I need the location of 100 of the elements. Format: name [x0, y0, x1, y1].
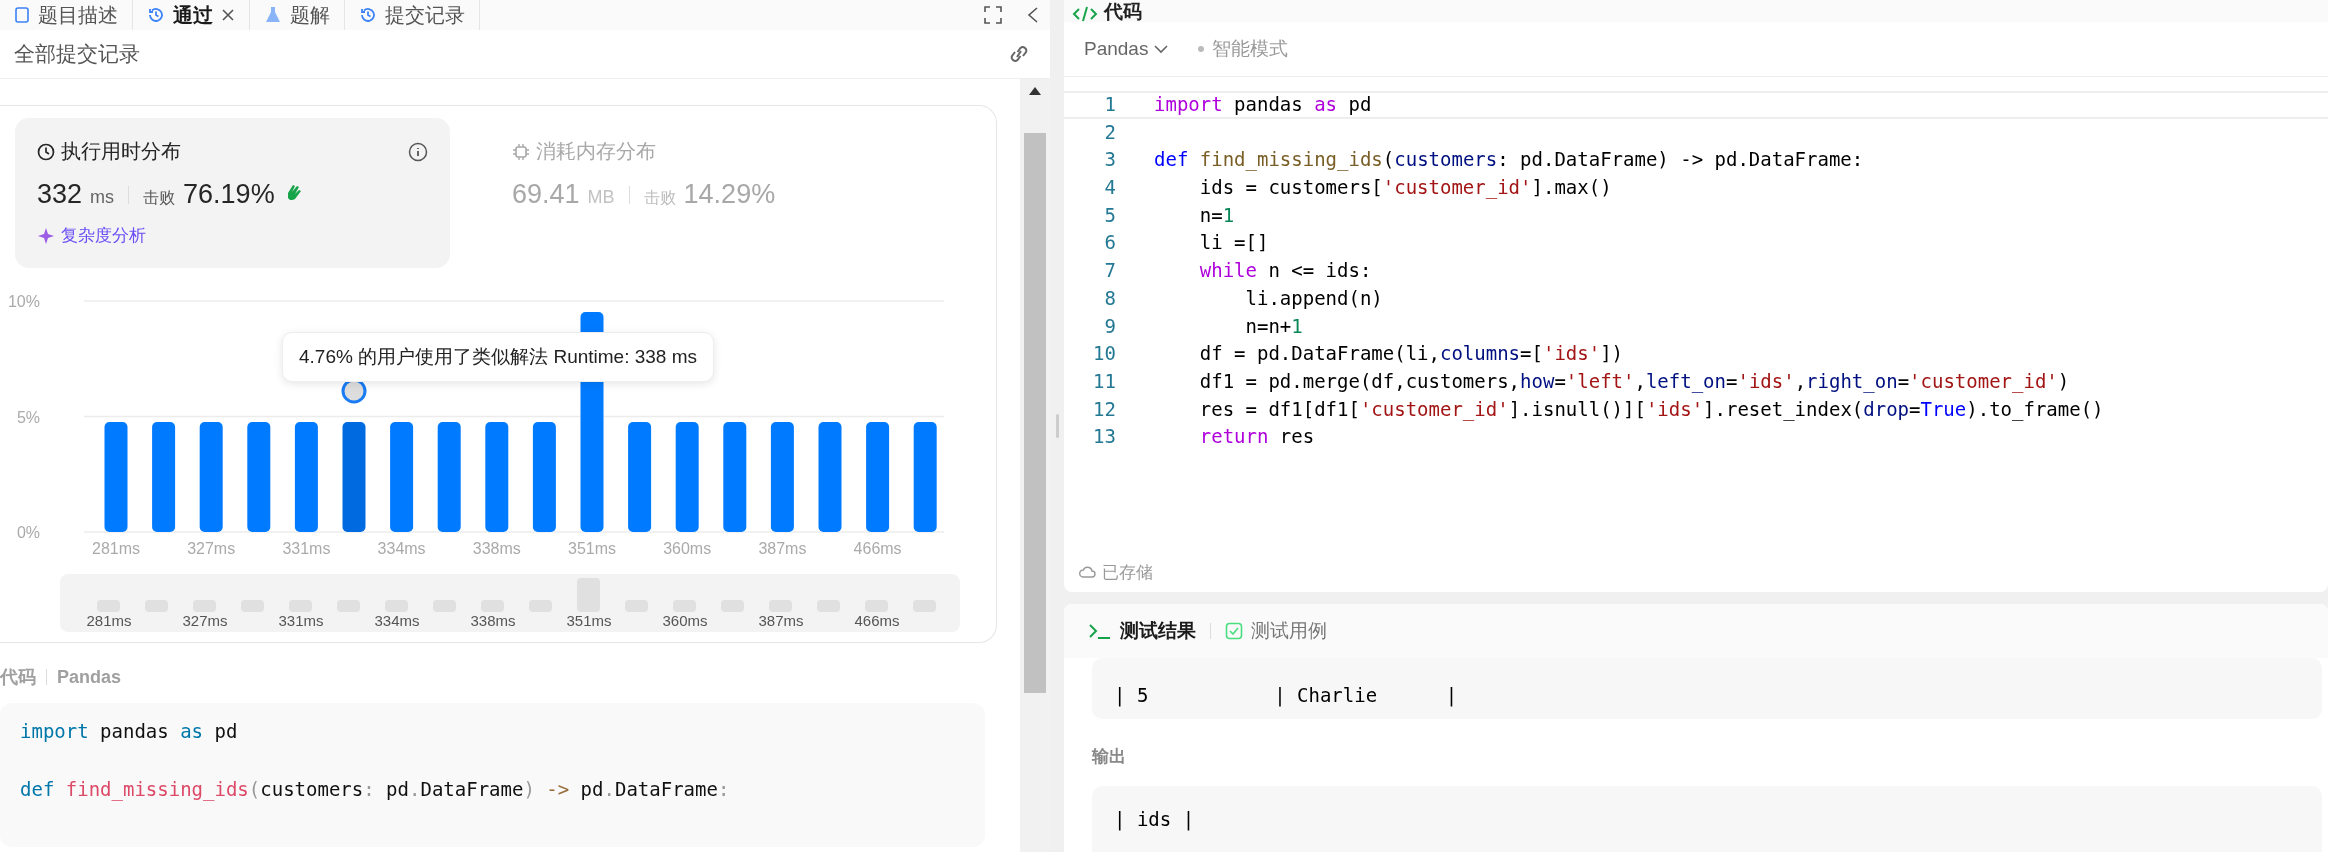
chart-bar[interactable]	[675, 422, 699, 532]
code-label: 代码	[0, 666, 36, 689]
panel-tab[interactable]: 提交记录	[345, 0, 480, 30]
close-icon[interactable]	[221, 8, 235, 22]
axis-label: 331ms	[282, 540, 331, 557]
axis-label: 331ms	[278, 612, 324, 629]
chart-bar[interactable]	[485, 422, 509, 532]
axis-label: 327ms	[187, 540, 236, 557]
beat-label: 击败	[143, 188, 176, 208]
chart-bar[interactable]	[199, 422, 223, 532]
axis-label: 338ms	[472, 540, 521, 557]
scroll-thumb[interactable]	[1024, 133, 1046, 693]
line-number: 8	[1103, 285, 1116, 311]
stat-unit: ms	[90, 187, 115, 208]
code-line: li.append(n)	[1244, 285, 1383, 311]
line-number: 6	[1103, 230, 1116, 256]
chip-icon	[512, 142, 530, 161]
code-line: while n <= ids:	[1198, 258, 1372, 284]
stat-unit: MB	[587, 187, 615, 208]
panel-tab[interactable]: 题解	[250, 0, 345, 30]
line-number: 12	[1092, 396, 1116, 422]
clock-icon	[37, 142, 55, 161]
axis-label: 281ms	[86, 612, 132, 629]
chart-tooltip: 4.76% 的用户使用了类似解法 Runtime: 338 ms	[282, 332, 715, 382]
code-line: import pandas as pd	[1154, 92, 1372, 117]
line-number: 9	[1103, 313, 1116, 339]
console-tab[interactable]: 测试用例	[1219, 614, 1333, 648]
chart-bar[interactable]	[437, 422, 461, 532]
checkbox-icon	[1225, 622, 1243, 640]
panel-tab[interactable]: 通过	[133, 0, 250, 30]
stat-panel[interactable]: 执行用时分布 332 ms 击败 76.19% 复杂度分析	[15, 118, 450, 268]
axis-label: 334ms	[377, 540, 426, 557]
chart-bar[interactable]	[104, 422, 128, 532]
axis-label: 327ms	[182, 612, 228, 629]
chart-bar[interactable]	[532, 422, 556, 532]
axis-label: 5%	[16, 408, 40, 426]
axis-label: 334ms	[374, 612, 420, 629]
axis-label: 351ms	[566, 612, 612, 629]
axis-label: 10%	[7, 293, 40, 310]
info-icon[interactable]	[408, 141, 428, 162]
chart-bar[interactable]	[342, 422, 366, 532]
stat-value: 332	[37, 179, 83, 210]
stat-title: 执行用时分布	[61, 139, 181, 164]
code-line: df1 = pd.merge(df,customers,how='left',left_on='ids',right_on='customer_id')	[1198, 368, 2070, 395]
chart-bar[interactable]	[770, 422, 794, 532]
stat-title: 消耗内存分布	[536, 139, 656, 164]
beat-label: 击败	[643, 188, 676, 208]
code-line: def find_missing_ids(customers: pd.DataFrame) -> pd.DataFrame:	[20, 777, 731, 803]
axis-label: 360ms	[662, 612, 708, 629]
line-number: 3	[1103, 147, 1116, 173]
code-line: n=1	[1198, 202, 1235, 228]
line-number: 5	[1103, 202, 1116, 228]
panel-title: 代码	[1104, 2, 1142, 22]
sparkle-icon	[37, 226, 55, 245]
axis-label: 360ms	[663, 540, 712, 557]
cloud-icon	[1078, 565, 1096, 579]
line-number: 10	[1092, 341, 1116, 367]
saved-status: 已存储	[1102, 561, 1153, 584]
line-number: 11	[1092, 368, 1116, 394]
language-select[interactable]: Pandas	[1076, 34, 1177, 64]
code-line: df = pd.DataFrame(li,columns=['ids'])	[1198, 341, 1624, 367]
chart-bar[interactable]	[628, 422, 652, 532]
line-number: 13	[1092, 424, 1116, 450]
document-icon	[14, 7, 30, 23]
line-number: 7	[1103, 258, 1116, 284]
code-line: return res	[1198, 424, 1315, 450]
history-icon	[147, 6, 165, 24]
axis-label: 387ms	[758, 612, 804, 629]
language-label: Pandas	[57, 666, 122, 688]
table-row-text: | ids |	[1114, 807, 1196, 833]
code-line: def find_missing_ids(customers: pd.DataFrame) -> pd.DataFrame:	[1154, 147, 1864, 173]
chart-bar[interactable]	[913, 422, 937, 532]
panel-tab[interactable]: 题目描述	[0, 0, 133, 30]
stat-value: 69.41	[512, 179, 580, 210]
chart-bar[interactable]	[723, 422, 747, 532]
chart-bar[interactable]	[152, 422, 176, 532]
axis-label: 466ms	[853, 540, 902, 557]
axis-label: 281ms	[92, 540, 140, 557]
chart-bar[interactable]	[390, 422, 414, 532]
chart-bar[interactable]	[294, 422, 318, 532]
chevron-left-icon[interactable]	[1026, 6, 1040, 24]
code-line: li =[]	[1198, 230, 1269, 256]
chart-bar[interactable]	[866, 422, 890, 532]
code-icon	[1072, 6, 1098, 22]
axis-label: 351ms	[568, 540, 616, 557]
chart-bar[interactable]	[818, 422, 842, 532]
chart-bar[interactable]	[247, 422, 271, 532]
console-tab[interactable]: 测试结果	[1082, 614, 1202, 648]
code-line: n=n+1	[1244, 313, 1303, 339]
axis-label: 338ms	[470, 612, 516, 629]
scroll-up-icon[interactable]	[1029, 87, 1041, 95]
scrollbar[interactable]	[1020, 79, 1050, 852]
axis-label: 0%	[16, 524, 40, 541]
terminal-icon	[1088, 622, 1112, 640]
section-title: 全部提交记录	[14, 41, 140, 67]
fullscreen-icon[interactable]	[984, 6, 1002, 24]
axis-label: 387ms	[758, 540, 807, 557]
output-label: 输出	[1092, 746, 1127, 768]
beat-percent: 76.19%	[183, 179, 275, 210]
complexity-link[interactable]: 复杂度分析	[37, 224, 428, 247]
